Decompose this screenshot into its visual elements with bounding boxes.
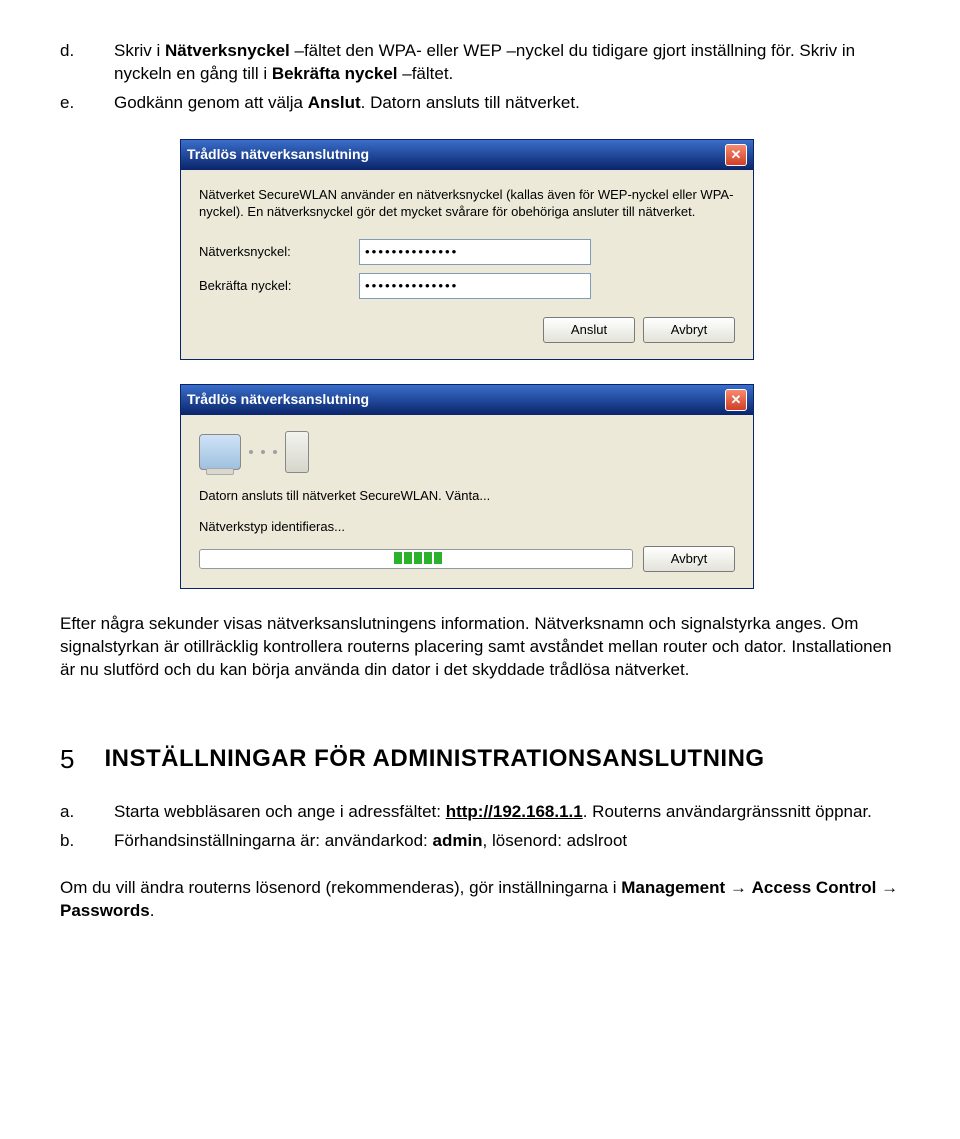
close-icon[interactable]: ✕ [725,144,747,166]
arrow-icon: → [876,878,898,897]
after-paragraph: Efter några sekunder visas nätverksanslu… [60,613,900,682]
close-icon[interactable]: ✕ [725,389,747,411]
dialog-title: Trådlös nätverksanslutning [187,390,369,409]
txt: . Routerns användargränssnitt öppnar. [583,802,872,821]
step-b-text: Förhandsinställningarna är: användarkod:… [114,830,627,853]
dot-icon [261,450,265,454]
progress-block [434,552,442,564]
bold-access-control: Access Control [752,878,877,897]
label-confirm-key: Bekräfta nyckel: [199,277,359,295]
txt: Skriv i [114,41,165,60]
label-network-key: Nätverksnyckel: [199,243,359,261]
txt: Förhandsinställningarna är: användarkod: [114,831,432,850]
txt: . [150,901,155,920]
arrow-icon: → [725,878,751,897]
dot-icon [273,450,277,454]
step-a-text: Starta webbläsaren och ange i adressfält… [114,801,872,824]
step-e-text: Godkänn genom att välja Anslut. Datorn a… [114,92,580,115]
connection-icons [199,431,735,473]
bold-networkkey: Nätverksnyckel [165,41,290,60]
txt: Godkänn genom att välja [114,93,308,112]
section-title: INSTÄLLNINGAR FÖR ADMINISTRATIONSANSLUTN… [104,743,764,775]
bold-passwords: Passwords [60,901,150,920]
dialog-title: Trådlös nätverksanslutning [187,145,369,164]
bottom-paragraph: Om du vill ändra routerns lösenord (reko… [60,877,900,923]
txt: Om du vill ändra routerns lösenord (reko… [60,878,621,897]
step-marker-b: b. [60,830,86,853]
connect-button[interactable]: Anslut [543,317,635,343]
tower-icon [285,431,309,473]
txt: , lösenord: adslroot [483,831,628,850]
progress-bar [199,549,633,569]
progress-block [424,552,432,564]
txt: –fältet. [398,64,454,83]
step-marker-e: e. [60,92,86,115]
txt: Starta webbläsaren och ange i adressfält… [114,802,446,821]
monitor-icon [199,434,241,470]
cancel-button[interactable]: Avbryt [643,546,735,572]
titlebar: Trådlös nätverksanslutning ✕ [181,385,753,415]
progress-block [404,552,412,564]
router-address-link[interactable]: http://192.168.1.1 [446,802,583,821]
confirm-key-input[interactable] [359,273,591,299]
dot-icon [249,450,253,454]
bold-confirmkey: Bekräfta nyckel [272,64,398,83]
section-number: 5 [60,742,74,777]
txt: . Datorn ansluts till nätverket. [361,93,580,112]
titlebar: Trådlös nätverksanslutning ✕ [181,140,753,170]
dialog-wireless-key: Trådlös nätverksanslutning ✕ Nätverket S… [180,139,754,360]
network-key-input[interactable] [359,239,591,265]
progress-line2: Nätverkstyp identifieras... [199,518,735,536]
step-marker-d: d. [60,40,86,86]
progress-line1: Datorn ansluts till nätverket SecureWLAN… [199,487,735,505]
step-marker-a: a. [60,801,86,824]
bold-anslut: Anslut [308,93,361,112]
progress-block [394,552,402,564]
dialog-wireless-progress: Trådlös nätverksanslutning ✕ Datorn ansl… [180,384,754,589]
bold-management: Management [621,878,725,897]
dialog-body-text: Nätverket SecureWLAN använder en nätverk… [199,186,735,221]
step-d-text: Skriv i Nätverksnyckel –fältet den WPA- … [114,40,900,86]
bold-admin: admin [432,831,482,850]
cancel-button[interactable]: Avbryt [643,317,735,343]
progress-block [414,552,422,564]
